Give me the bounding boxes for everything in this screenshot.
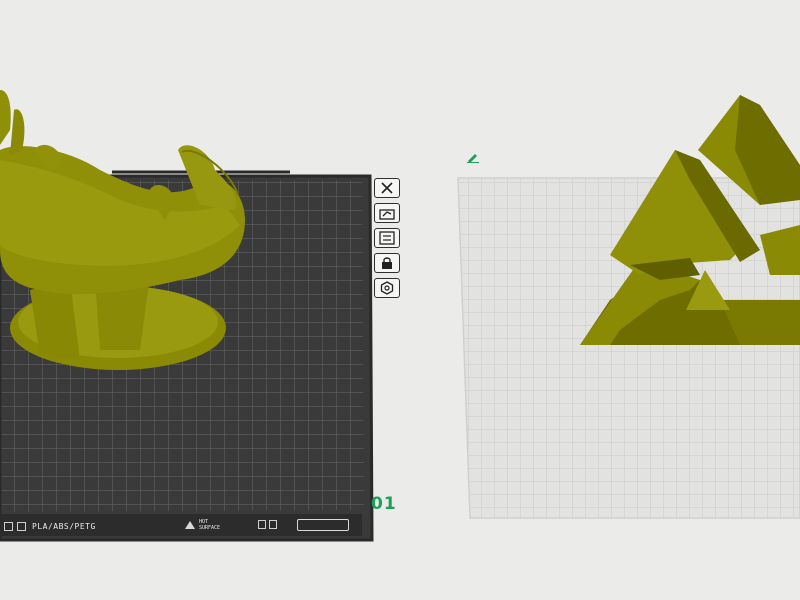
plate-label-strip: PLA/ABS/PETG HOT SURFACE xyxy=(0,517,360,535)
surface-label: SURFACE xyxy=(199,525,221,531)
marker-icon xyxy=(258,520,266,529)
plate-options-button[interactable] xyxy=(374,278,400,298)
model-organic-sculpture[interactable] xyxy=(0,90,245,370)
arrange-icon xyxy=(379,209,395,220)
settings-card-icon xyxy=(379,231,395,245)
warning-icon xyxy=(185,521,195,529)
close-plate-button[interactable] xyxy=(374,178,400,198)
auto-arrange-button[interactable] xyxy=(374,203,400,223)
pencil-icon xyxy=(467,154,479,163)
plate-marker-icons xyxy=(258,520,277,529)
plate-toolbar xyxy=(374,178,402,303)
plate-type-icon xyxy=(4,521,13,531)
hot-surface-warning: HOT SURFACE xyxy=(185,519,220,531)
hexagon-icon xyxy=(380,281,394,295)
plate-number-label: 01 xyxy=(371,494,397,514)
plate-settings-button[interactable] xyxy=(374,228,400,248)
close-icon xyxy=(381,182,393,194)
plate-type-icon-2 xyxy=(17,521,26,531)
lock-icon xyxy=(382,257,392,269)
marker-icon xyxy=(269,520,277,529)
lock-plate-button[interactable] xyxy=(374,253,400,273)
plate-slot-marker xyxy=(297,519,349,531)
3d-viewport[interactable]: 01 PLA/ABS/PETG HOT SURFACE xyxy=(0,0,800,600)
material-label: PLA/ABS/PETG xyxy=(32,521,96,531)
